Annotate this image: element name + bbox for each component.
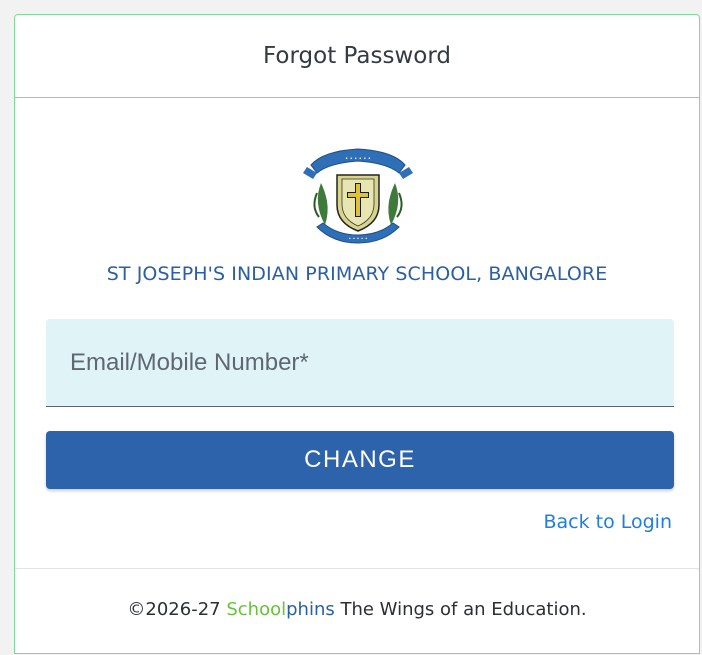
card-header: Forgot Password xyxy=(15,15,699,98)
brand-name-part2: phins xyxy=(286,599,335,620)
email-mobile-input[interactable] xyxy=(46,319,674,406)
school-crest-icon: • • • • • • • • • • • xyxy=(303,148,413,244)
tagline: The Wings of an Education. xyxy=(340,599,587,620)
footer-text: ©2026-27 Schoolphins The Wings of an Edu… xyxy=(15,599,699,620)
email-mobile-field[interactable] xyxy=(46,319,674,407)
change-button[interactable]: CHANGE xyxy=(46,431,674,489)
back-to-login-link[interactable]: Back to Login xyxy=(543,511,672,533)
copyright-text: ©2026-27 xyxy=(127,599,221,620)
svg-text:• • • • • •: • • • • • • xyxy=(345,156,371,162)
page-title: Forgot Password xyxy=(263,43,451,69)
forgot-password-card: Forgot Password • • • • • • • • • • • ST… xyxy=(14,14,700,654)
footer: ©2026-27 Schoolphins The Wings of an Edu… xyxy=(15,568,699,655)
svg-text:• • • • •: • • • • • xyxy=(349,237,368,242)
school-name: ST JOSEPH'S INDIAN PRIMARY SCHOOL, BANGA… xyxy=(106,263,608,285)
brand-name-part1: School xyxy=(226,599,287,620)
